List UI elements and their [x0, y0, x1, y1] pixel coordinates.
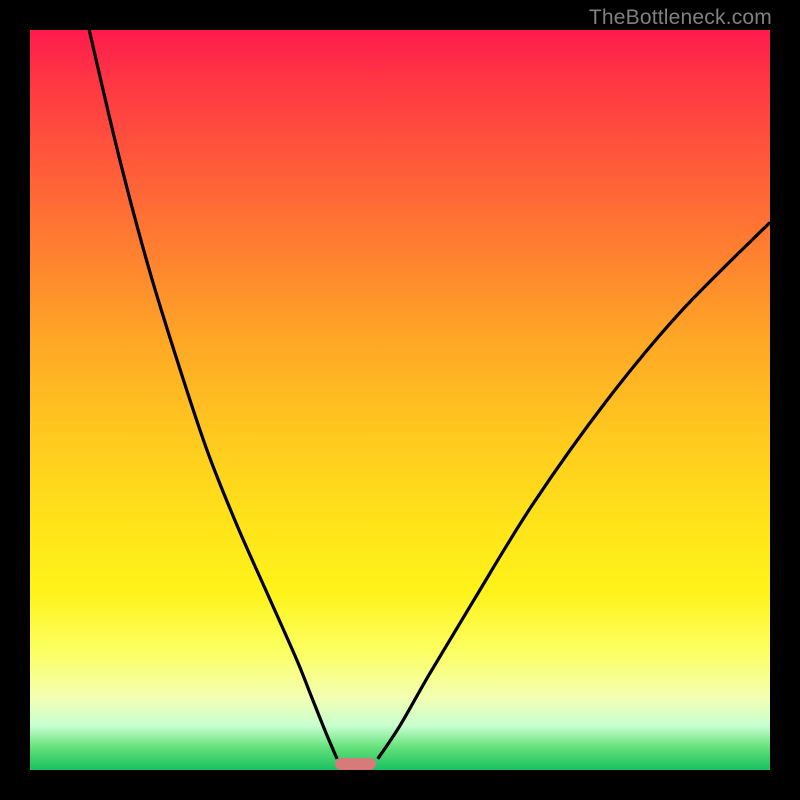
curve-right: [378, 222, 770, 759]
plot-area: [30, 30, 770, 770]
curve-left: [89, 30, 337, 759]
bottleneck-marker: [335, 758, 376, 770]
outer-frame: TheBottleneck.com: [0, 0, 800, 800]
curve-svg: [30, 30, 770, 770]
watermark-text: TheBottleneck.com: [589, 6, 772, 30]
